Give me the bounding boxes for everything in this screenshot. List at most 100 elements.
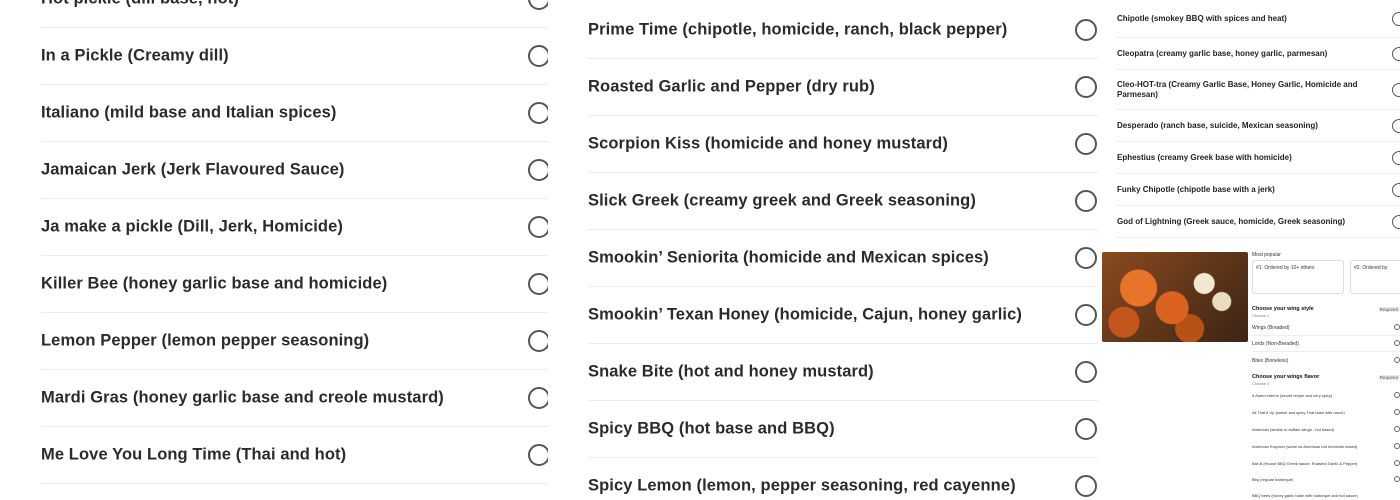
- flavor-options-list: Hot pickle (dill base, hot) In a Pickle …: [0, 0, 548, 484]
- radio-button[interactable]: [528, 159, 548, 181]
- radio-button[interactable]: [1392, 82, 1400, 97]
- flavor-option[interactable]: Prime Time (chipotle, homicide, ranch, b…: [588, 2, 1098, 59]
- flavor-option[interactable]: Funky Chipotle (chipotle base with a jer…: [1116, 174, 1400, 206]
- flavor-option-label: Cleo-HOT-tra (Creamy Garlic Base, Honey …: [1117, 79, 1358, 99]
- flavor-option-label: Spicy Lemon (lemon, pepper seasoning, re…: [588, 476, 1016, 495]
- divider: [1252, 351, 1400, 352]
- wing-style-sub: Choose 1: [1252, 313, 1270, 318]
- flavor-option: Bbq (regular barbeque): [1252, 477, 1294, 482]
- radio-button[interactable]: [1392, 150, 1400, 165]
- radio-button[interactable]: [528, 216, 548, 238]
- radio-button: [1394, 392, 1400, 398]
- flavor-heading: Choose your wings flavor: [1252, 374, 1320, 380]
- radio-button[interactable]: [1075, 247, 1097, 269]
- radio-button[interactable]: [1075, 190, 1097, 212]
- flavor-option[interactable]: In a Pickle (Creamy dill): [41, 28, 548, 85]
- flavor-option: Bar-B (House BBQ Greek sauce, Roasted Ga…: [1252, 461, 1358, 466]
- flavor-option[interactable]: Ja make a pickle (Dill, Jerk, Homicide): [41, 199, 548, 256]
- radio-button[interactable]: [528, 0, 548, 10]
- radio-button: [1394, 460, 1400, 466]
- radio-button[interactable]: [1392, 118, 1400, 133]
- flavor-option-label: Chipotle (smokey BBQ with spices and hea…: [1117, 13, 1287, 23]
- flavor-option[interactable]: Smookin’ Seniorita (homicide and Mexican…: [588, 230, 1098, 287]
- flavor-option[interactable]: Desperado (ranch base, suicide, Mexican …: [1116, 110, 1400, 142]
- card-title: #1. Ordered by 10+ others: [1256, 265, 1315, 271]
- flavor-option-label: Italiano (mild base and Italian spices): [41, 103, 337, 122]
- flavor-option[interactable]: Mardi Gras (honey garlic base and creole…: [41, 370, 548, 427]
- flavor-option[interactable]: Scorpion Kiss (homicide and honey mustar…: [588, 116, 1098, 173]
- radio-button[interactable]: [1075, 304, 1097, 326]
- flavor-option[interactable]: Cleopatra (creamy garlic base, honey gar…: [1116, 38, 1400, 70]
- wings-photo: [1102, 252, 1248, 342]
- flavor-option-label: Scorpion Kiss (homicide and honey mustar…: [588, 134, 948, 153]
- radio-button[interactable]: [528, 444, 548, 466]
- radio-button[interactable]: [528, 330, 548, 352]
- radio-button[interactable]: [1075, 361, 1097, 383]
- flavor-option[interactable]: Smookin’ Texan Honey (homicide, Cajun, h…: [588, 287, 1098, 344]
- flavor-option[interactable]: Cleo-HOT-tra (Creamy Garlic Base, Honey …: [1116, 70, 1400, 110]
- mini-menu-preview: Most popular #1. Ordered by 10+ others #…: [1252, 252, 1400, 500]
- popular-card: #1. Ordered by 10+ others: [1252, 260, 1344, 294]
- flavor-option[interactable]: Ephestius (creamy Greek base with homici…: [1116, 142, 1400, 174]
- flavor-option[interactable]: Jamaican Jerk (Jerk Flavoured Sauce): [41, 142, 548, 199]
- flavor-option-label: Roasted Garlic and Pepper (dry rub): [588, 77, 875, 96]
- wing-style-option: Wings (Breaded): [1252, 325, 1290, 331]
- flavor-list-panel-middle: Prime Time (chipotle, homicide, ranch, b…: [548, 0, 1098, 500]
- flavor-option-label: Funky Chipotle (chipotle base with a jer…: [1117, 184, 1275, 194]
- flavor-option-label: In a Pickle (Creamy dill): [41, 46, 229, 65]
- radio-button[interactable]: [1075, 19, 1097, 41]
- flavor-option-label: Spicy BBQ (hot base and BBQ): [588, 419, 835, 438]
- radio-button[interactable]: [1392, 182, 1400, 197]
- required-badge: Required: [1377, 307, 1400, 312]
- flavor-option-label: Smookin’ Seniorita (homicide and Mexican…: [588, 248, 989, 267]
- flavor-options-list: Prime Time (chipotle, homicide, ranch, b…: [548, 2, 1098, 500]
- flavor-option[interactable]: Snake Bite (hot and honey mustard): [588, 344, 1098, 401]
- radio-button[interactable]: [1392, 46, 1400, 61]
- flavor-option-label: Hot pickle (dill base, hot): [41, 0, 239, 9]
- required-badge: Required: [1377, 375, 1400, 380]
- radio-button: [1394, 324, 1400, 330]
- wing-style-option: Bites (Boneless): [1252, 358, 1289, 364]
- most-popular-label: Most popular: [1252, 252, 1281, 258]
- radio-button[interactable]: [1075, 475, 1097, 497]
- divider: [1252, 335, 1400, 336]
- flavor-option[interactable]: Spicy BBQ (hot base and BBQ): [588, 401, 1098, 458]
- radio-button: [1394, 476, 1400, 482]
- flavor-option[interactable]: Hot pickle (dill base, hot): [41, 0, 548, 28]
- flavor-option-label: Killer Bee (honey garlic base and homici…: [41, 274, 388, 293]
- flavor-option[interactable]: Me Love You Long Time (Thai and hot): [41, 427, 548, 484]
- card-title: #2. Ordered by: [1354, 265, 1388, 271]
- radio-button[interactable]: [1075, 418, 1097, 440]
- flavor-option-label: Me Love You Long Time (Thai and hot): [41, 445, 347, 464]
- radio-button[interactable]: [528, 102, 548, 124]
- flavor-option: BBQ bees (honey garlic base with barbequ…: [1252, 493, 1358, 498]
- radio-button[interactable]: [1392, 214, 1400, 229]
- radio-button[interactable]: [528, 45, 548, 67]
- flavor-option-label: Slick Greek (creamy greek and Greek seas…: [588, 191, 976, 210]
- radio-button[interactable]: [1075, 133, 1097, 155]
- flavor-option[interactable]: Italiano (mild base and Italian spices): [41, 85, 548, 142]
- flavor-list-panel-left: Hot pickle (dill base, hot) In a Pickle …: [0, 0, 548, 500]
- radio-button: [1394, 426, 1400, 432]
- flavor-option-label: Ephestius (creamy Greek base with homici…: [1117, 152, 1292, 162]
- radio-button[interactable]: [528, 387, 548, 409]
- menu-screenshot-thumbnail: Most popular #1. Ordered by 10+ others #…: [1100, 252, 1400, 500]
- flavor-option-label: Smookin’ Texan Honey (homicide, Cajun, h…: [588, 305, 1022, 324]
- radio-button[interactable]: [1392, 11, 1400, 26]
- radio-button: [1394, 357, 1400, 363]
- flavor-option[interactable]: Roasted Garlic and Pepper (dry rub): [588, 59, 1098, 116]
- radio-button: [1394, 443, 1400, 449]
- radio-button: [1394, 409, 1400, 415]
- flavor-option-label: Desperado (ranch base, suicide, Mexican …: [1117, 120, 1318, 130]
- flavor-option[interactable]: Killer Bee (honey garlic base and homici…: [41, 256, 548, 313]
- flavor-option[interactable]: Chipotle (smokey BBQ with spices and hea…: [1116, 0, 1400, 38]
- flavor-sub: Choose 1: [1252, 381, 1270, 386]
- flavor-option[interactable]: Slick Greek (creamy greek and Greek seas…: [588, 173, 1098, 230]
- flavor-option[interactable]: Spicy Lemon (lemon, pepper seasoning, re…: [588, 458, 1098, 500]
- radio-button[interactable]: [528, 273, 548, 295]
- flavor-option[interactable]: Lemon Pepper (lemon pepper seasoning): [41, 313, 548, 370]
- flavor-option[interactable]: God of Lightning (Greek sauce, homicide,…: [1116, 206, 1400, 238]
- flavor-options-list-small: Chipotle (smokey BBQ with spices and hea…: [1116, 0, 1400, 238]
- flavor-option: American Eruption (same as American but …: [1252, 444, 1358, 449]
- radio-button[interactable]: [1075, 76, 1097, 98]
